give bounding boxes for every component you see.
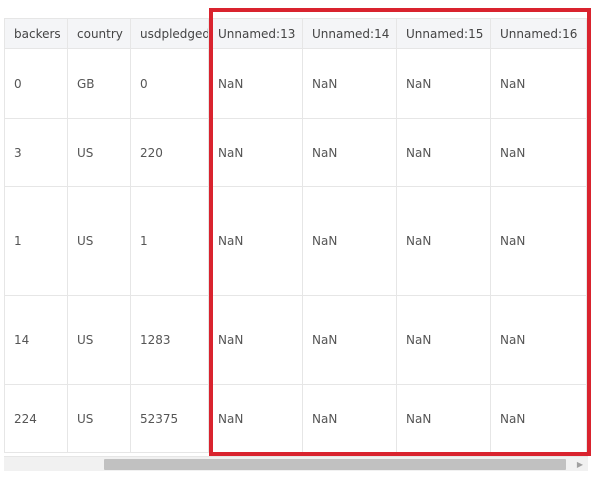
table-cell[interactable]: NaN: [490, 186, 587, 296]
table-cell[interactable]: NaN: [490, 295, 587, 385]
table-row: 0 GB 0 NaN NaN NaN NaN: [4, 48, 587, 119]
table-cell[interactable]: 52375: [130, 384, 209, 453]
table-cell[interactable]: 224: [4, 384, 68, 453]
table-cell[interactable]: NaN: [302, 384, 397, 453]
table-row: 14 US 1283 NaN NaN NaN NaN: [4, 295, 587, 385]
table-cell[interactable]: 14: [4, 295, 68, 385]
table-row: 3 US 220 NaN NaN NaN NaN: [4, 118, 587, 187]
table-cell[interactable]: NaN: [208, 295, 303, 385]
table-cell[interactable]: NaN: [396, 186, 491, 296]
data-table-frame: backers country usdpledged Unnamed:13 Un…: [4, 18, 588, 456]
table-cell[interactable]: NaN: [396, 48, 491, 119]
table-cell[interactable]: 1: [4, 186, 68, 296]
table-cell[interactable]: 3: [4, 118, 68, 187]
table-cell[interactable]: NaN: [302, 295, 397, 385]
table-cell[interactable]: 0: [130, 48, 209, 119]
table-cell[interactable]: NaN: [302, 118, 397, 187]
table-cell[interactable]: 220: [130, 118, 209, 187]
table-cell[interactable]: US: [67, 118, 131, 187]
column-header-unnamed-16[interactable]: Unnamed:16: [490, 18, 587, 49]
chevron-right-icon[interactable]: ▶: [574, 458, 586, 471]
table-cell[interactable]: GB: [67, 48, 131, 119]
table-cell[interactable]: NaN: [490, 384, 587, 453]
data-table: backers country usdpledged Unnamed:13 Un…: [4, 18, 587, 453]
table-cell[interactable]: NaN: [490, 48, 587, 119]
table-cell[interactable]: US: [67, 295, 131, 385]
table-cell[interactable]: NaN: [302, 186, 397, 296]
table-cell[interactable]: 0: [4, 48, 68, 119]
horizontal-scrollbar[interactable]: ▶: [4, 456, 588, 471]
table-cell[interactable]: NaN: [302, 48, 397, 119]
table-cell[interactable]: 1283: [130, 295, 209, 385]
table-header-row: backers country usdpledged Unnamed:13 Un…: [4, 18, 587, 49]
table-cell[interactable]: US: [67, 186, 131, 296]
column-header-unnamed-15[interactable]: Unnamed:15: [396, 18, 491, 49]
column-header-unnamed-14[interactable]: Unnamed:14: [302, 18, 397, 49]
table-cell[interactable]: US: [67, 384, 131, 453]
table-row: 1 US 1 NaN NaN NaN NaN: [4, 186, 587, 296]
column-header-usdpledged[interactable]: usdpledged: [130, 18, 209, 49]
table-cell[interactable]: NaN: [208, 48, 303, 119]
column-header-country[interactable]: country: [67, 18, 131, 49]
table-row: 224 US 52375 NaN NaN NaN NaN: [4, 384, 587, 453]
table-cell[interactable]: NaN: [208, 384, 303, 453]
table-cell[interactable]: NaN: [490, 118, 587, 187]
column-header-unnamed-13[interactable]: Unnamed:13: [208, 18, 303, 49]
scrollbar-thumb[interactable]: [104, 459, 566, 470]
table-cell[interactable]: NaN: [208, 186, 303, 296]
table-cell[interactable]: NaN: [396, 295, 491, 385]
table-cell[interactable]: NaN: [396, 118, 491, 187]
table-cell[interactable]: 1: [130, 186, 209, 296]
table-cell[interactable]: NaN: [208, 118, 303, 187]
column-header-backers[interactable]: backers: [4, 18, 68, 49]
table-cell[interactable]: NaN: [396, 384, 491, 453]
